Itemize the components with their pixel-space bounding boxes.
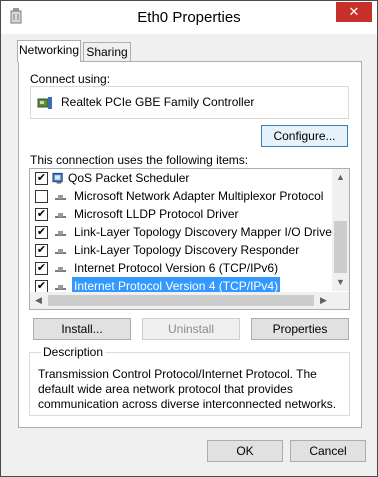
connect-using-label: Connect using: <box>30 72 111 86</box>
list-item[interactable]: Microsoft Network Adapter Multiplexor Pr… <box>30 187 331 205</box>
network-adapter-icon <box>37 97 52 109</box>
item-label: QoS Packet Scheduler <box>68 171 190 185</box>
item-checkbox[interactable]: ✔ <box>35 244 48 257</box>
list-item[interactable]: ✔ Internet Protocol Version 6 (TCP/IPv6) <box>30 259 331 277</box>
item-label: Internet Protocol Version 6 (TCP/IPv6) <box>74 261 279 275</box>
scroll-up-icon[interactable]: ▲ <box>332 169 349 186</box>
vertical-scrollbar[interactable]: ▲ ▼ <box>332 169 349 291</box>
list-item[interactable]: ✔ Microsoft LLDP Protocol Driver <box>30 205 331 223</box>
protocol-icon <box>55 231 66 236</box>
adapter-box: Realtek PCIe GBE Family Controller <box>30 86 349 119</box>
item-label: Link-Layer Topology Discovery Responder <box>74 243 300 257</box>
protocol-icon <box>55 213 66 218</box>
networking-panel: Connect using: Realtek PCIe GBE Family C… <box>18 61 362 428</box>
item-label: Link-Layer Topology Discovery Mapper I/O… <box>74 225 336 239</box>
properties-dialog: Eth0 Properties ✕ Networking Sharing Con… <box>0 0 378 477</box>
scroll-left-icon[interactable]: ◀ <box>30 292 47 309</box>
qos-icon <box>52 172 63 184</box>
item-checkbox[interactable]: ✔ <box>35 262 48 275</box>
description-title: Description <box>41 345 106 359</box>
horizontal-scrollbar[interactable]: ◀ ▶ <box>30 292 332 309</box>
list-item[interactable]: ✔ Link-Layer Topology Discovery Mapper I… <box>30 223 336 241</box>
tab-networking-label: Networking <box>18 43 80 57</box>
items-label: This connection uses the following items… <box>30 153 249 167</box>
uninstall-button[interactable]: Uninstall <box>142 318 240 340</box>
close-button[interactable]: ✕ <box>336 2 372 22</box>
window-title: Eth0 Properties <box>137 9 241 26</box>
horizontal-scroll-thumb[interactable] <box>48 295 314 306</box>
tab-sharing[interactable]: Sharing <box>83 42 131 62</box>
cancel-button[interactable]: Cancel <box>290 440 366 462</box>
vertical-scroll-thumb[interactable] <box>334 221 347 273</box>
description-text: Transmission Control Protocol/Internet P… <box>38 367 337 411</box>
protocol-icon <box>55 249 66 254</box>
tab-networking[interactable]: Networking <box>17 40 81 62</box>
list-item[interactable]: ✔ QoS Packet Scheduler <box>30 169 331 187</box>
item-checkbox[interactable]: ✔ <box>35 172 48 185</box>
description-group: Description Transmission Control Protoco… <box>29 345 350 416</box>
properties-button[interactable]: Properties <box>251 318 349 340</box>
items-list[interactable]: ✔ QoS Packet Scheduler Microsoft Network… <box>29 168 350 310</box>
install-button[interactable]: Install... <box>33 318 131 340</box>
item-label: Microsoft Network Adapter Multiplexor Pr… <box>74 189 324 203</box>
scroll-down-icon[interactable]: ▼ <box>332 274 349 291</box>
close-icon: ✕ <box>348 4 360 19</box>
list-item[interactable]: ✔ Link-Layer Topology Discovery Responde… <box>30 241 331 259</box>
item-checkbox[interactable]: ✔ <box>35 208 48 221</box>
item-checkbox[interactable] <box>35 190 48 203</box>
protocol-icon <box>55 285 66 290</box>
configure-button[interactable]: Configure... <box>261 125 348 147</box>
scrollbar-corner <box>332 292 349 309</box>
adapter-name: Realtek PCIe GBE Family Controller <box>61 95 255 109</box>
tab-sharing-label: Sharing <box>86 45 128 59</box>
scroll-right-icon[interactable]: ▶ <box>315 292 332 309</box>
item-label: Microsoft LLDP Protocol Driver <box>74 207 239 221</box>
protocol-icon <box>55 267 66 272</box>
protocol-icon <box>55 195 66 200</box>
title-bar: Eth0 Properties ✕ <box>1 1 377 34</box>
ok-button[interactable]: OK <box>207 440 283 462</box>
item-checkbox[interactable]: ✔ <box>35 226 48 239</box>
